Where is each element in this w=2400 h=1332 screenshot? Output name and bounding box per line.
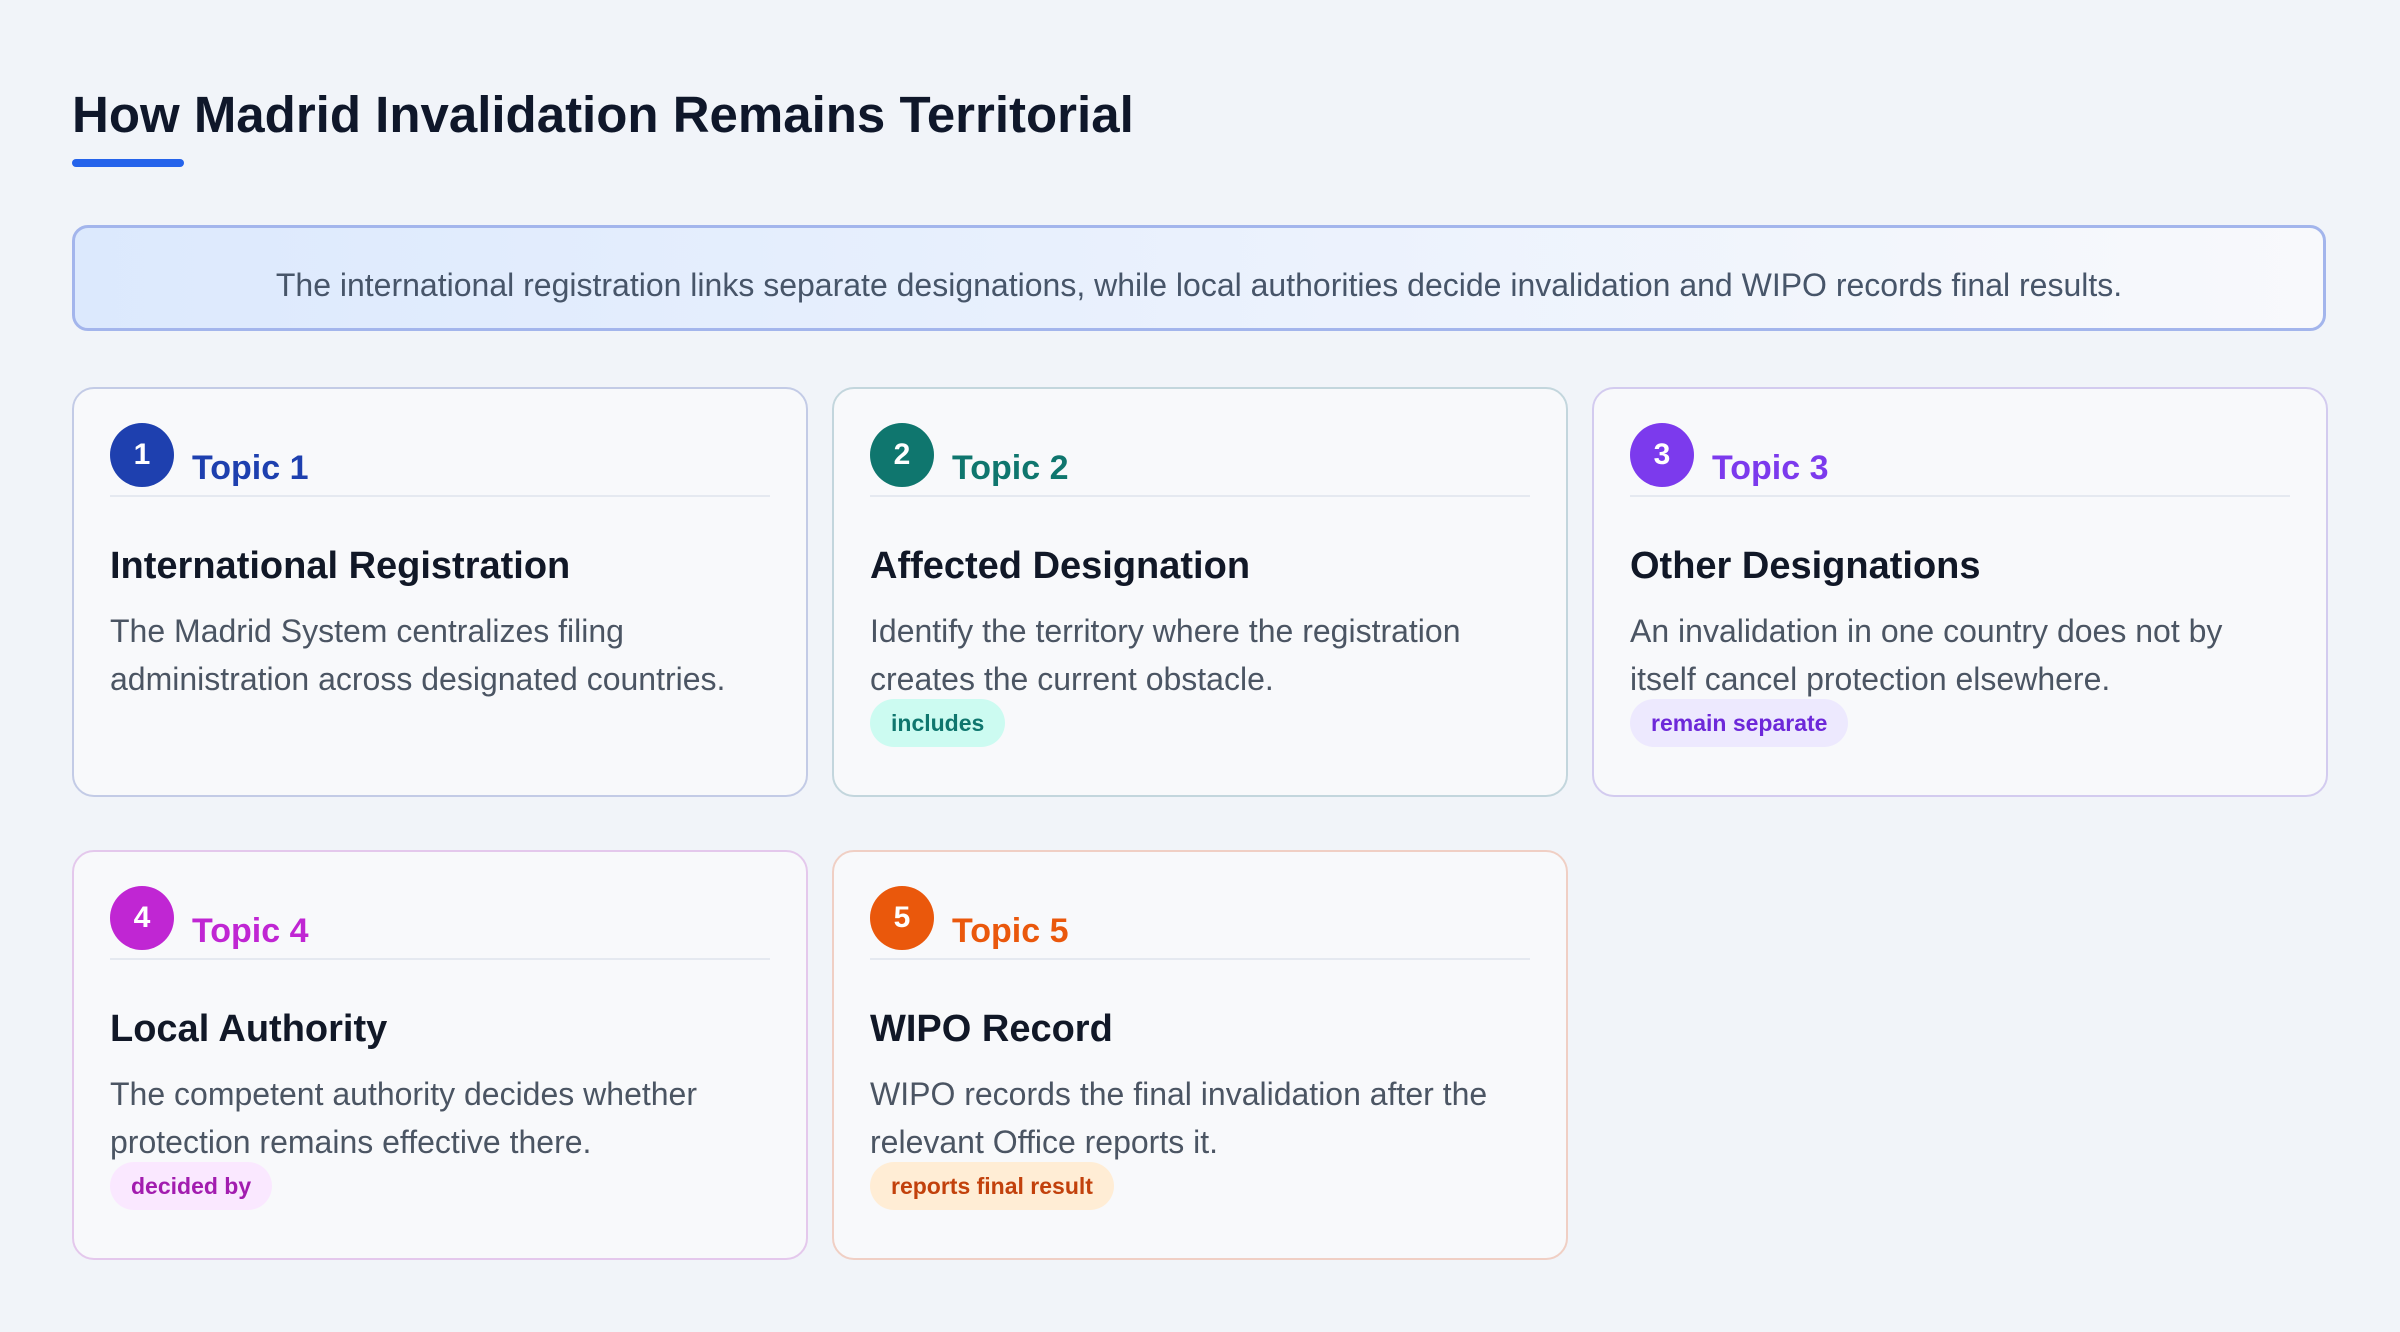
card-title: International Registration (110, 545, 571, 587)
topic-label: Topic 1 (192, 449, 309, 487)
step-number-badge: 1 (110, 423, 174, 487)
step-number-badge: 2 (870, 423, 934, 487)
card-header: 4 Topic 4 (110, 886, 770, 960)
card-description: An invalidation in one country does not … (1630, 613, 2223, 697)
card-title: Affected Designation (870, 545, 1251, 587)
step-number-badge: 3 (1630, 423, 1694, 487)
topic-card-2: 2 Topic 2 Affected Designation Identify … (832, 387, 1568, 797)
card-title: WIPO Record (870, 1008, 1113, 1050)
step-number-badge: 4 (110, 886, 174, 950)
relation-tag: includes (870, 699, 1006, 747)
topic-card-1: 1 Topic 1 International Registration The… (72, 387, 808, 797)
card-title: Other Designations (1630, 545, 1981, 587)
step-number-badge: 5 (870, 886, 934, 950)
topic-label: Topic 4 (192, 912, 309, 950)
card-title: Local Authority (110, 1008, 388, 1050)
summary-text: The international registration links sep… (275, 266, 2123, 303)
relation-tag: reports final result (870, 1162, 1114, 1210)
topic-card-3: 3 Topic 3 Other Designations An invalida… (1592, 387, 2328, 797)
relation-tag: remain separate (1630, 699, 1849, 747)
topic-label: Topic 5 (952, 912, 1069, 950)
card-description: The competent authority decides whether … (110, 1076, 697, 1160)
card-header: 5 Topic 5 (870, 886, 1530, 960)
title-underline (72, 159, 184, 167)
topic-label: Topic 3 (1712, 449, 1829, 487)
summary-box: The international registration links sep… (72, 225, 2326, 331)
card-header: 1 Topic 1 (110, 423, 770, 497)
card-header: 2 Topic 2 (870, 423, 1530, 497)
topic-label: Topic 2 (952, 449, 1069, 487)
card-description: WIPO records the final invalidation afte… (870, 1076, 1488, 1160)
page-title: How Madrid Invalidation Remains Territor… (72, 86, 1134, 143)
card-header: 3 Topic 3 (1630, 423, 2290, 497)
relation-tag: decided by (110, 1162, 273, 1210)
card-description: Identify the territory where the registr… (870, 613, 1461, 697)
topic-card-4: 4 Topic 4 Local Authority The competent … (72, 850, 808, 1260)
topic-card-5: 5 Topic 5 WIPO Record WIPO records the f… (832, 850, 1568, 1260)
card-description: The Madrid System centralizes filing adm… (110, 613, 726, 697)
